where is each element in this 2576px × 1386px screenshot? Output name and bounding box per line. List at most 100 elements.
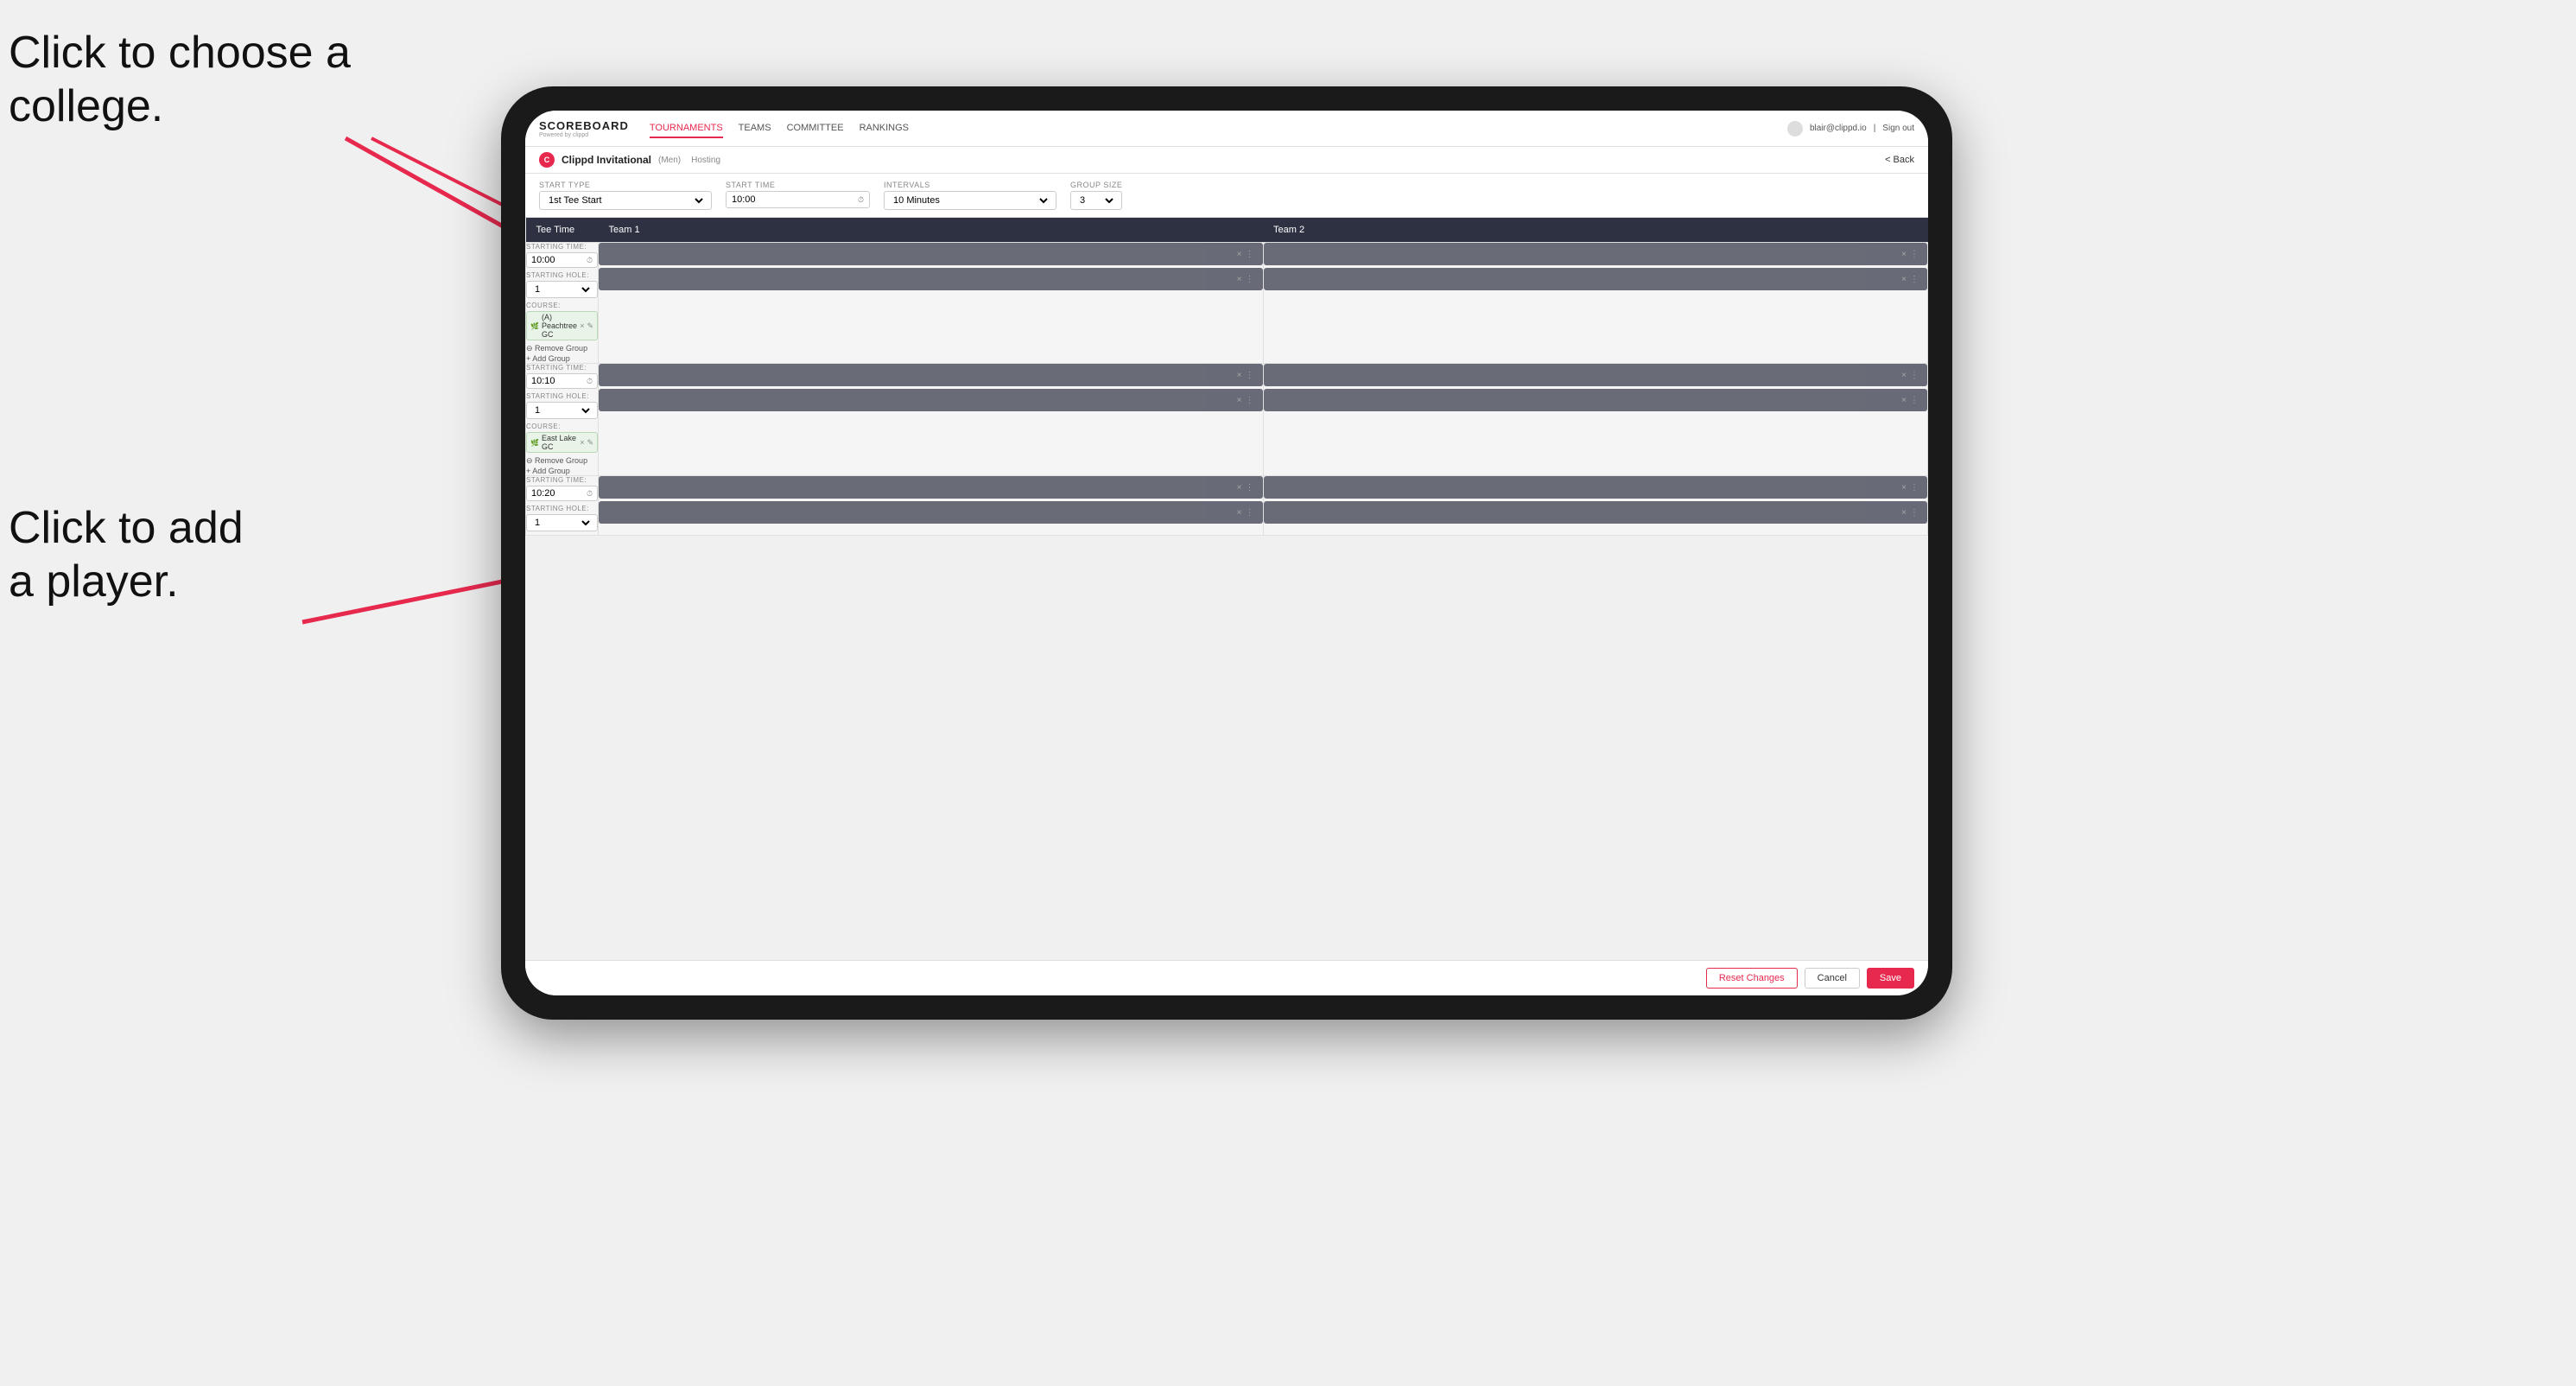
player-t2-remove-4[interactable]: × xyxy=(1901,396,1907,405)
add-group-btn-2[interactable]: + Add Group xyxy=(526,467,598,475)
add-group-btn-1[interactable]: + Add Group xyxy=(526,354,598,363)
start-type-select[interactable]: 1st Tee Start xyxy=(545,194,706,207)
player-slot-actions-4: × ⋮ xyxy=(1237,396,1254,405)
course-edit-1[interactable]: ✎ xyxy=(587,321,593,331)
start-time-input[interactable] xyxy=(732,194,854,205)
nav-rankings[interactable]: RANKINGS xyxy=(860,119,909,138)
player-slot-t1-3-2[interactable]: × ⋮ xyxy=(599,501,1262,524)
player-remove-btn-1[interactable]: × xyxy=(1237,250,1242,259)
hole-select-2[interactable]: 1 xyxy=(526,402,598,419)
player-t2-more-2[interactable]: ⋮ xyxy=(1910,275,1919,284)
intervals-select[interactable]: 10 Minutes xyxy=(890,194,1050,207)
nav-committee[interactable]: COMMITTEE xyxy=(787,119,844,138)
player-slot-t2-1-2[interactable]: × ⋮ xyxy=(1264,268,1927,290)
player-slot-t1-3-1[interactable]: × ⋮ xyxy=(599,476,1262,499)
course-remove-1[interactable]: × xyxy=(580,321,584,330)
starting-time-input-1[interactable]: ⏱ xyxy=(526,252,598,268)
app-container: SCOREBOARD Powered by clippd TOURNAMENTS… xyxy=(525,111,1928,995)
remove-group-btn-1[interactable]: ⊖ Remove Group xyxy=(526,344,598,353)
player-slot-t2-actions-2: × ⋮ xyxy=(1901,275,1919,284)
reset-changes-button[interactable]: Reset Changes xyxy=(1706,968,1798,989)
player-more-btn-1[interactable]: ⋮ xyxy=(1246,250,1254,259)
time-value-1[interactable] xyxy=(531,255,583,265)
starting-time-input-3[interactable]: ⏱ xyxy=(526,486,598,501)
nav-teams[interactable]: TEAMS xyxy=(739,119,771,138)
player-slot-actions-5: × ⋮ xyxy=(1237,483,1254,493)
player-remove-btn-5[interactable]: × xyxy=(1237,483,1242,493)
player-t2-remove-5[interactable]: × xyxy=(1901,483,1907,493)
player-t2-more-4[interactable]: ⋮ xyxy=(1910,396,1919,405)
player-more-btn-6[interactable]: ⋮ xyxy=(1246,508,1254,518)
group-size-control[interactable]: 3 xyxy=(1070,191,1122,210)
tee-time-cell-2: STARTING TIME: ⏱ STARTING HOLE: 1 xyxy=(526,364,599,476)
tee-time-cell-1: STARTING TIME: ⏱ STARTING HOLE: 1 xyxy=(526,243,599,364)
player-t2-remove-3[interactable]: × xyxy=(1901,371,1907,380)
course-remove-2[interactable]: × xyxy=(580,438,584,447)
save-button[interactable]: Save xyxy=(1867,968,1914,989)
col-team2: Team 2 xyxy=(1263,218,1927,243)
player-slot-t1-2-1[interactable]: × ⋮ xyxy=(599,364,1262,386)
player-t2-more-3[interactable]: ⋮ xyxy=(1910,371,1919,380)
course-edit-2[interactable]: ✎ xyxy=(587,438,593,448)
course-icon-2: 🌿 xyxy=(530,439,539,447)
player-slot-t2-2-2[interactable]: × ⋮ xyxy=(1264,389,1927,411)
player-slot-t1-1-1[interactable]: × ⋮ xyxy=(599,243,1262,265)
player-slot-t1-1-2[interactable]: × ⋮ xyxy=(599,268,1262,290)
cancel-button[interactable]: Cancel xyxy=(1805,968,1860,989)
start-time-group: Start Time ⏱ xyxy=(726,181,870,210)
player-remove-btn-6[interactable]: × xyxy=(1237,508,1242,518)
back-button[interactable]: < Back xyxy=(1885,155,1914,165)
player-more-btn-5[interactable]: ⋮ xyxy=(1246,483,1254,493)
player-slot-t1-2-2[interactable]: × ⋮ xyxy=(599,389,1262,411)
starting-time-input-2[interactable]: ⏱ xyxy=(526,373,598,389)
player-slot-t2-3-1[interactable]: × ⋮ xyxy=(1264,476,1927,499)
player-remove-btn-2[interactable]: × xyxy=(1237,275,1242,284)
user-avatar xyxy=(1787,121,1803,137)
player-t2-more-5[interactable]: ⋮ xyxy=(1910,483,1919,493)
hole-value-2[interactable]: 1 xyxy=(531,404,593,416)
tournament-name[interactable]: Clippd Invitational xyxy=(562,154,651,166)
player-remove-btn-4[interactable]: × xyxy=(1237,396,1242,405)
hole-select-1[interactable]: 1 xyxy=(526,281,598,298)
start-type-control[interactable]: 1st Tee Start xyxy=(539,191,712,210)
course-tag-1: 🌿 (A) Peachtree GC × ✎ xyxy=(526,311,598,340)
start-type-group: Start Type 1st Tee Start xyxy=(539,181,712,210)
tournament-gender: (Men) xyxy=(658,156,681,165)
intervals-control[interactable]: 10 Minutes xyxy=(884,191,1056,210)
group-size-select[interactable]: 3 xyxy=(1076,194,1116,207)
player-t2-remove-1[interactable]: × xyxy=(1901,250,1907,259)
hole-select-3[interactable]: 1 xyxy=(526,514,598,531)
sign-out-link[interactable]: Sign out xyxy=(1882,124,1914,133)
tablet-screen: SCOREBOARD Powered by clippd TOURNAMENTS… xyxy=(525,111,1928,995)
player-slot-t2-3-2[interactable]: × ⋮ xyxy=(1264,501,1927,524)
hole-value-3[interactable]: 1 xyxy=(531,517,593,529)
player-t2-remove-2[interactable]: × xyxy=(1901,275,1907,284)
player-more-btn-4[interactable]: ⋮ xyxy=(1246,396,1254,405)
time-value-3[interactable] xyxy=(531,488,583,499)
start-time-control[interactable]: ⏱ xyxy=(726,191,870,208)
app-header: SCOREBOARD Powered by clippd TOURNAMENTS… xyxy=(525,111,1928,147)
group-actions-2: ⊖ Remove Group + Add Group xyxy=(526,456,598,475)
player-slot-t2-2-1[interactable]: × ⋮ xyxy=(1264,364,1927,386)
schedule-form-row: Start Type 1st Tee Start Start Time ⏱ xyxy=(525,174,1928,218)
nav-tournaments[interactable]: TOURNAMENTS xyxy=(650,119,723,138)
footer-actions: Reset Changes Cancel Save xyxy=(525,960,1928,995)
logo-text: SCOREBOARD xyxy=(539,119,629,132)
player-t2-more-6[interactable]: ⋮ xyxy=(1910,508,1919,518)
player-t2-remove-6[interactable]: × xyxy=(1901,508,1907,518)
starting-hole-label-2: STARTING HOLE: xyxy=(526,392,598,400)
time-value-2[interactable] xyxy=(531,376,583,386)
player-more-btn-3[interactable]: ⋮ xyxy=(1246,371,1254,380)
team2-cell-3: × ⋮ × ⋮ xyxy=(1263,476,1927,536)
player-t2-more-1[interactable]: ⋮ xyxy=(1910,250,1919,259)
course-icon-1: 🌿 xyxy=(530,322,539,330)
hole-value-1[interactable]: 1 xyxy=(531,283,593,296)
starting-hole-label-3: STARTING HOLE: xyxy=(526,505,598,512)
player-slot-t2-1-1[interactable]: × ⋮ xyxy=(1264,243,1927,265)
course-label-1: COURSE: xyxy=(526,302,598,309)
remove-group-btn-2[interactable]: ⊖ Remove Group xyxy=(526,456,598,466)
player-remove-btn-3[interactable]: × xyxy=(1237,371,1242,380)
table-row: STARTING TIME: ⏱ STARTING HOLE: 1 xyxy=(526,243,1928,364)
group-actions-1: ⊖ Remove Group + Add Group xyxy=(526,344,598,363)
player-more-btn-2[interactable]: ⋮ xyxy=(1246,275,1254,284)
